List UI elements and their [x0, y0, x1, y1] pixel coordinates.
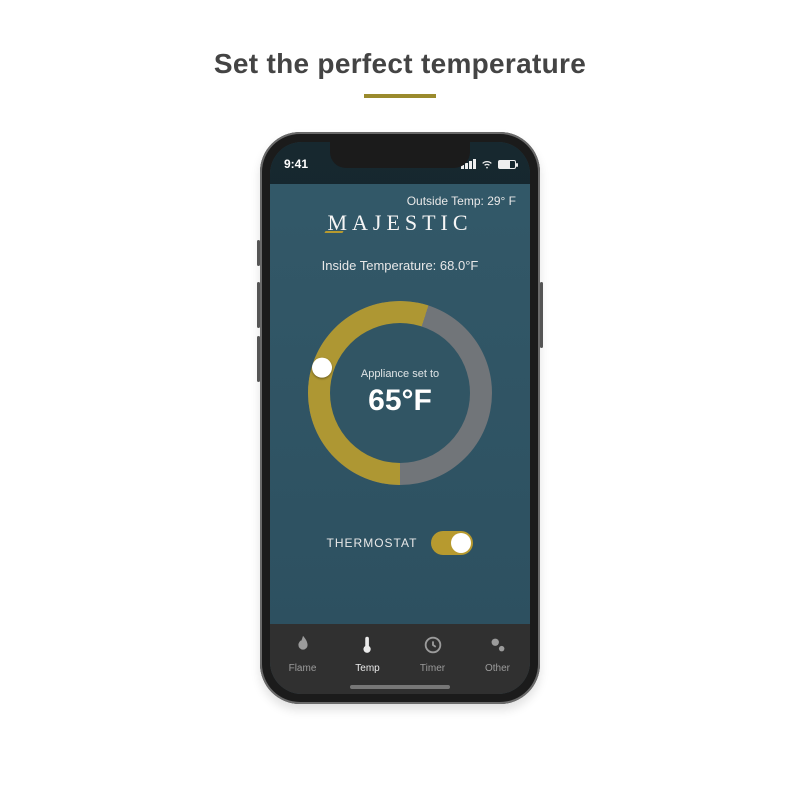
battery-icon [498, 160, 516, 169]
tab-bar: Flame Temp Timer Other [270, 624, 530, 694]
notch [330, 142, 470, 168]
tab-timer-label: Timer [420, 663, 445, 674]
mute-switch [257, 240, 260, 266]
page-headline: Set the perfect temperature [214, 48, 586, 80]
tab-other-label: Other [485, 663, 510, 674]
dial-set-value: 65°F [368, 384, 432, 418]
tab-temp-label: Temp [355, 663, 379, 674]
dial-set-label: Appliance set to [361, 368, 439, 380]
temperature-dial[interactable]: Appliance set to 65°F [308, 301, 492, 485]
headline-underline [364, 94, 436, 98]
thermostat-row: THERMOSTAT [327, 531, 474, 555]
status-time: 9:41 [284, 157, 308, 171]
toggle-knob [451, 533, 471, 553]
clock-icon [422, 634, 444, 659]
thermometer-icon [357, 634, 379, 659]
home-indicator[interactable] [350, 685, 450, 689]
outside-temp-label: Outside Temp: 29° F [407, 194, 516, 208]
tab-flame[interactable]: Flame [270, 624, 335, 684]
brand-logo: MAJESTIC [327, 210, 472, 236]
dial-handle[interactable] [312, 358, 332, 378]
thermostat-toggle[interactable] [431, 531, 473, 555]
app-content: Outside Temp: 29° F MAJESTIC Inside Temp… [270, 184, 530, 624]
tab-other[interactable]: Other [465, 624, 530, 684]
power-button [540, 282, 543, 348]
tab-timer[interactable]: Timer [400, 624, 465, 684]
flame-icon [292, 634, 314, 659]
volume-up-button [257, 282, 260, 328]
tab-temp[interactable]: Temp [335, 624, 400, 684]
tab-flame-label: Flame [289, 663, 317, 674]
phone-frame: 9:41 Outside Temp: 29° F MAJESTIC Inside… [260, 132, 540, 704]
volume-down-button [257, 336, 260, 382]
inside-temp-label: Inside Temperature: 68.0°F [322, 258, 479, 273]
thermostat-label: THERMOSTAT [327, 536, 418, 550]
wifi-icon [480, 156, 494, 173]
screen: 9:41 Outside Temp: 29° F MAJESTIC Inside… [270, 142, 530, 694]
gears-icon [487, 634, 509, 659]
dial-center: Appliance set to 65°F [330, 323, 470, 463]
